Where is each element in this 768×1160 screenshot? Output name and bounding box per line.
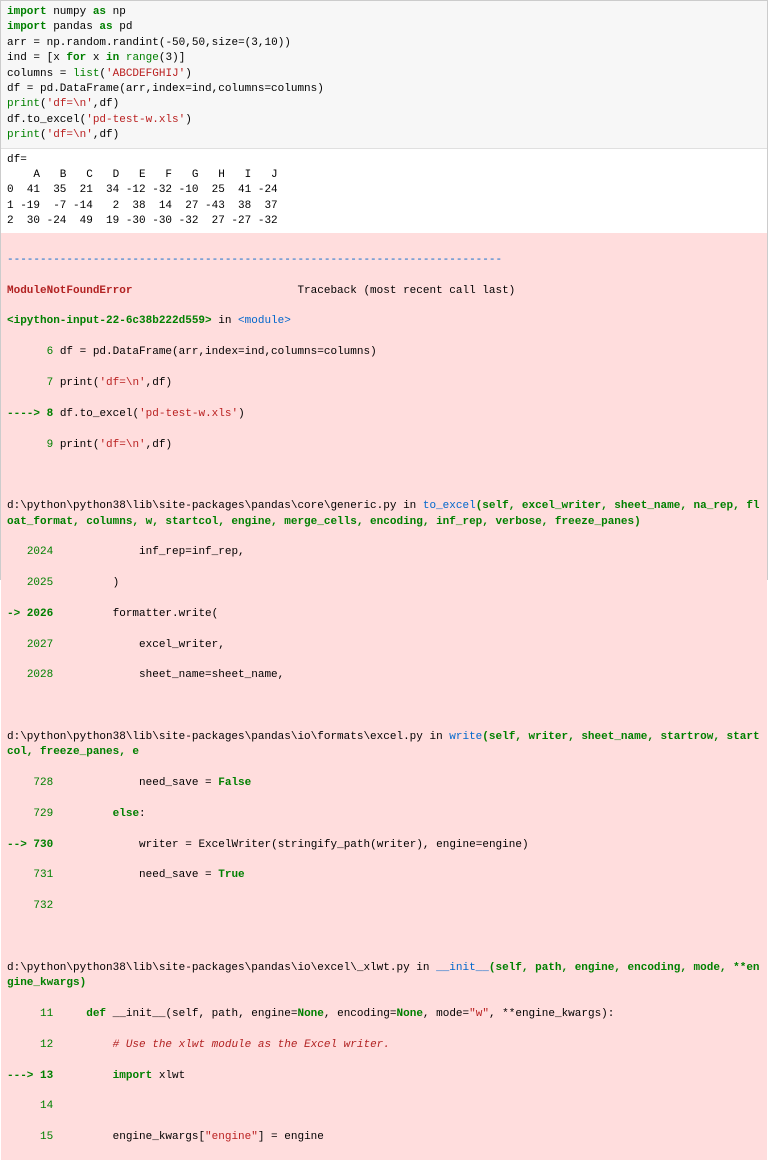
stdout-output: df= A B C D E F G H I J 0 41 35 21 34 -1… [1,149,767,234]
code-input-cell: import numpy as np import pandas as pd a… [1,1,767,149]
error-traceback: ----------------------------------------… [1,233,767,1160]
